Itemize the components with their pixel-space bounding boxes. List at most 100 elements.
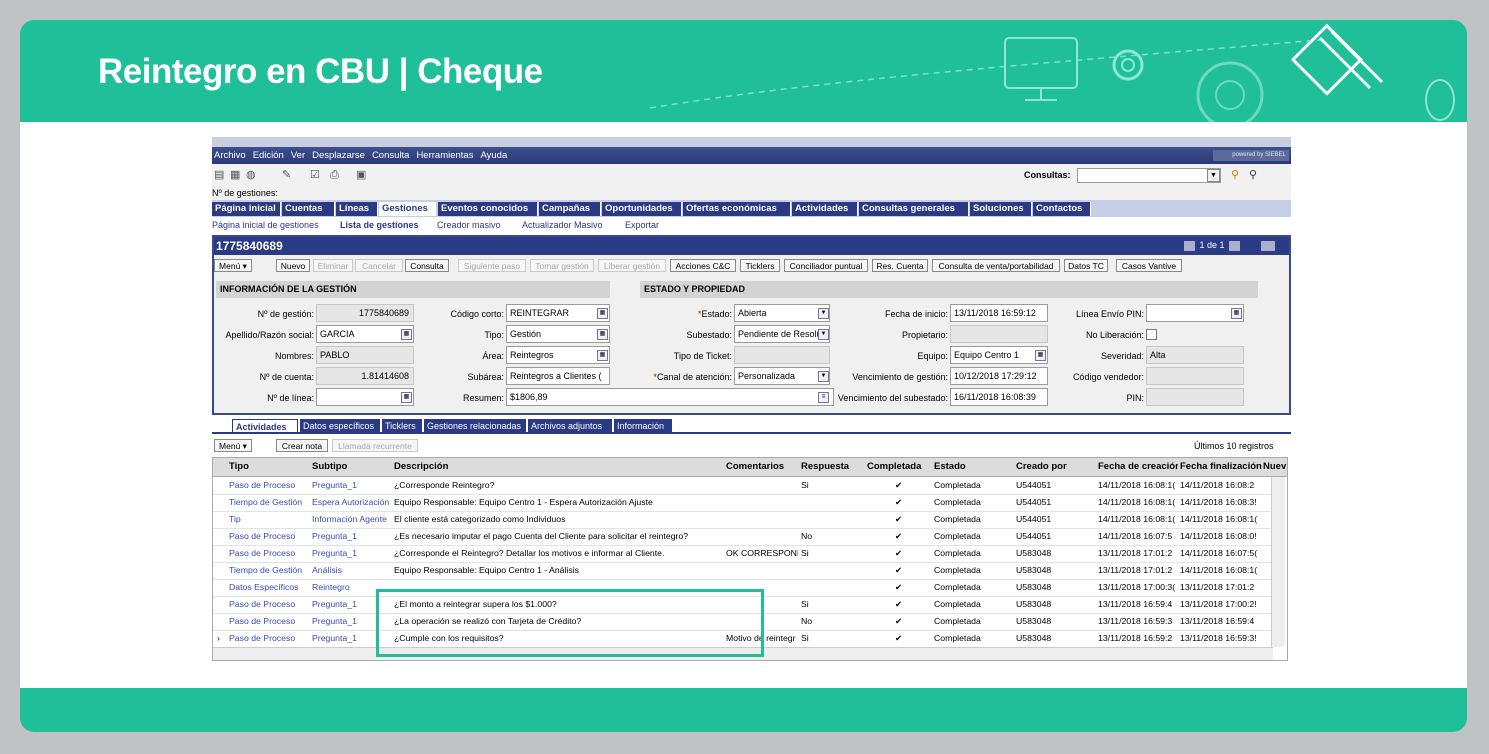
casos-vantive-button[interactable]: Casos Vantive <box>1116 259 1182 272</box>
tab-informacion[interactable]: Información <box>614 419 672 433</box>
tab-oportunidades[interactable]: Oportunidades <box>602 202 682 216</box>
cell-tipo[interactable]: Paso de Proceso <box>229 528 309 545</box>
siguiente-paso-button[interactable]: Siguiente paso <box>458 259 526 272</box>
tab-ticklers[interactable]: Ticklers <box>382 419 422 433</box>
field-n-gestion[interactable]: 1775840689 <box>316 304 414 322</box>
col-respuesta[interactable]: Respuesta <box>801 458 865 476</box>
field-apellido[interactable]: GARCIA <box>316 325 414 343</box>
picker-icon[interactable]: ▦ <box>597 329 608 340</box>
field-n-linea[interactable] <box>316 388 414 406</box>
field-pin[interactable] <box>1146 388 1244 406</box>
cancelar-button[interactable]: Cancelar <box>355 259 403 272</box>
field-codigo-corto[interactable]: REINTEGRAR <box>506 304 610 322</box>
col-estado[interactable]: Estado <box>934 458 1014 476</box>
field-propietario[interactable] <box>950 325 1048 343</box>
table-row[interactable]: Tip Información Agente El cliente está cat… <box>213 511 1273 529</box>
consultas-select[interactable] <box>1077 168 1221 183</box>
col-nuevo[interactable]: Nuev <box>1263 458 1287 476</box>
chevron-down-icon[interactable]: ▼ <box>1207 169 1220 182</box>
res-cuenta-button[interactable]: Res. Cuenta <box>872 259 928 272</box>
field-subarea[interactable]: Reintegros a Clientes ( <box>506 367 610 385</box>
tab-eventos-conocidos[interactable]: Eventos conocidos <box>438 202 538 216</box>
field-codigo-vendedor[interactable] <box>1146 367 1244 385</box>
next-record-button[interactable] <box>1229 240 1241 251</box>
tab-campanas[interactable]: Campañas <box>539 202 601 216</box>
field-venc-gestion[interactable]: 10/12/2018 17:29:12 <box>950 367 1048 385</box>
list-view-icon[interactable] <box>1260 240 1275 251</box>
menu-archivo[interactable]: Archivo <box>214 147 246 164</box>
list-menu-button[interactable]: Menú ▾ <box>214 439 252 452</box>
subnav-lista-gestiones[interactable]: Lista de gestiones <box>340 217 419 233</box>
field-canal[interactable]: Personalizada <box>734 367 830 385</box>
field-area[interactable]: Reintegros <box>506 346 610 364</box>
subnav-creador-masivo[interactable]: Creador masivo <box>437 217 501 233</box>
cell-subtipo[interactable]: Pregunta_1 <box>312 528 392 545</box>
menu-ver[interactable]: Ver <box>291 147 305 164</box>
cell-tipo[interactable]: Paso de Proceso <box>229 477 309 494</box>
print-icon[interactable]: ⎙ <box>330 169 342 181</box>
col-subtipo[interactable]: Subtipo <box>312 458 392 476</box>
picker-icon[interactable]: ▦ <box>1035 350 1046 361</box>
col-fecha-creacion[interactable]: Fecha de creación <box>1098 458 1178 476</box>
tab-consultas-generales[interactable]: Consultas generales <box>859 202 969 216</box>
field-severidad[interactable]: Alta <box>1146 346 1244 364</box>
cell-tipo[interactable]: Datos Específicos <box>229 579 309 596</box>
llamada-recurrente-button[interactable]: Llamada recurrente <box>332 439 418 452</box>
tab-lineas[interactable]: Líneas <box>336 202 378 216</box>
cell-subtipo[interactable]: Pregunta_1 <box>312 477 392 494</box>
table-row[interactable]: Tiempo de Gestión Análisis Equipo Responsa… <box>213 562 1273 580</box>
menu-consulta[interactable]: Consulta <box>372 147 410 164</box>
cell-tipo[interactable]: Paso de Proceso <box>229 630 309 647</box>
chevron-down-icon[interactable]: ▼ <box>818 308 829 319</box>
col-completada[interactable]: Completada <box>867 458 931 476</box>
no-liberacion-checkbox[interactable] <box>1146 329 1157 340</box>
picker-icon[interactable]: ▦ <box>401 329 412 340</box>
tab-ofertas-economicas[interactable]: Ofertas económicas <box>683 202 791 216</box>
cell-subtipo[interactable]: Información Agente <box>312 511 392 528</box>
globe-icon[interactable]: ◍ <box>246 169 258 181</box>
acciones-cc-button[interactable]: Acciones C&C <box>670 259 736 272</box>
field-linea-envio[interactable] <box>1146 304 1244 322</box>
consulta-button[interactable]: Consulta <box>405 259 449 272</box>
cell-tipo[interactable]: Tiempo de Gestión <box>229 494 309 511</box>
ticklers-button[interactable]: Ticklers <box>740 259 780 272</box>
tab-gestiones[interactable]: Gestiones <box>379 202 436 216</box>
field-nombres[interactable]: PABLO <box>316 346 414 364</box>
tab-actividades-detail[interactable]: Actividades <box>232 419 298 433</box>
field-tipo[interactable]: Gestión <box>506 325 610 343</box>
nuevo-button[interactable]: Nuevo <box>276 259 310 272</box>
expand-text-icon[interactable]: ≡ <box>818 392 829 403</box>
subnav-pagina-inicial[interactable]: Página inicial de gestiones <box>212 217 319 233</box>
table-row[interactable]: Tiempo de Gestión Espera Autorización Equi… <box>213 494 1273 512</box>
tab-datos-especificos[interactable]: Datos específicos <box>300 419 380 433</box>
menu-edicion[interactable]: Edición <box>253 147 284 164</box>
table-row[interactable]: Paso de Proceso Pregunta_1 ¿Es necesario i… <box>213 528 1273 546</box>
field-resumen[interactable]: $1806,89 <box>506 388 834 406</box>
check-icon[interactable]: ☑ <box>310 169 322 181</box>
record-menu-button[interactable]: Menú ▾ <box>214 259 252 272</box>
col-descripcion[interactable]: Descripción <box>394 458 724 476</box>
subnav-actualizador-masivo[interactable]: Actualizador Masivo <box>522 217 603 233</box>
field-equipo[interactable]: Equipo Centro 1 <box>950 346 1048 364</box>
cell-tipo[interactable]: Tip <box>229 511 309 528</box>
prev-record-button[interactable] <box>1184 240 1195 251</box>
cell-tipo[interactable]: Tiempo de Gestión <box>229 562 309 579</box>
col-comentarios[interactable]: Comentarios <box>726 458 798 476</box>
cell-tipo[interactable]: Paso de Proceso <box>229 613 309 630</box>
consulta-venta-button[interactable]: Consulta de venta/portabilidad <box>932 259 1060 272</box>
save-icon[interactable]: ▦ <box>230 169 242 181</box>
cell-subtipo[interactable]: Análisis <box>312 562 392 579</box>
liberar-gestion-button[interactable]: Liberar gestión <box>598 259 666 272</box>
field-estado[interactable]: Abierta <box>734 304 830 322</box>
sitemap-icon[interactable]: ▤ <box>214 169 226 181</box>
col-fecha-finalizacion[interactable]: Fecha finalización <box>1180 458 1262 476</box>
chevron-down-icon[interactable]: ▼ <box>818 329 829 340</box>
cell-subtipo[interactable]: Pregunta_1 <box>312 545 392 562</box>
eliminar-button[interactable]: Eliminar <box>313 259 353 272</box>
chevron-down-icon[interactable]: ▼ <box>818 371 829 382</box>
subnav-exportar[interactable]: Exportar <box>625 217 659 233</box>
tab-archivos-adjuntos[interactable]: Archivos adjuntos <box>528 419 612 433</box>
cell-tipo[interactable]: Paso de Proceso <box>229 596 309 613</box>
tab-soluciones[interactable]: Soluciones <box>970 202 1032 216</box>
tab-cuentas[interactable]: Cuentas <box>282 202 335 216</box>
